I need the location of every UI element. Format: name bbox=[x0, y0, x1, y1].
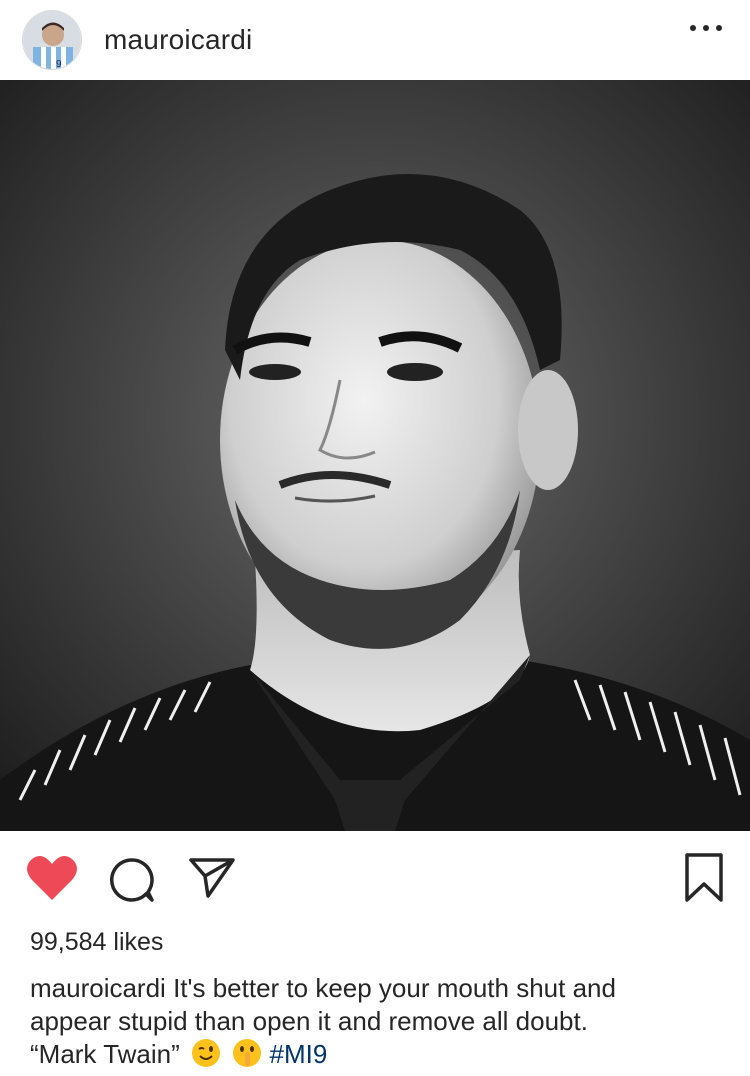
caption-text-line1: It's better to keep your mouth shut and bbox=[173, 973, 616, 1003]
action-bar bbox=[0, 840, 750, 920]
post-photo[interactable] bbox=[0, 80, 750, 831]
avatar[interactable]: 9 bbox=[22, 10, 82, 70]
comment-icon[interactable] bbox=[108, 856, 156, 909]
send-icon[interactable] bbox=[188, 856, 236, 905]
shushing-face-emoji bbox=[232, 1038, 262, 1076]
post-caption: mauroicardi It's better to keep your mou… bbox=[30, 972, 730, 1076]
username-label[interactable]: mauroicardi bbox=[104, 24, 252, 56]
winking-face-emoji bbox=[191, 1038, 221, 1076]
heart-icon[interactable] bbox=[26, 854, 78, 907]
svg-text:9: 9 bbox=[56, 59, 62, 70]
like-count[interactable]: 99,584 likes bbox=[30, 928, 163, 957]
caption-text-line2: appear stupid than open it and remove al… bbox=[30, 1006, 588, 1036]
caption-username[interactable]: mauroicardi bbox=[30, 973, 166, 1003]
caption-text-line3: “Mark Twain” bbox=[30, 1039, 180, 1069]
post-header: 9 mauroicardi bbox=[0, 0, 750, 80]
hashtag-link[interactable]: #MI9 bbox=[269, 1039, 327, 1069]
bookmark-icon[interactable] bbox=[684, 852, 724, 909]
more-options-icon[interactable] bbox=[690, 18, 722, 38]
